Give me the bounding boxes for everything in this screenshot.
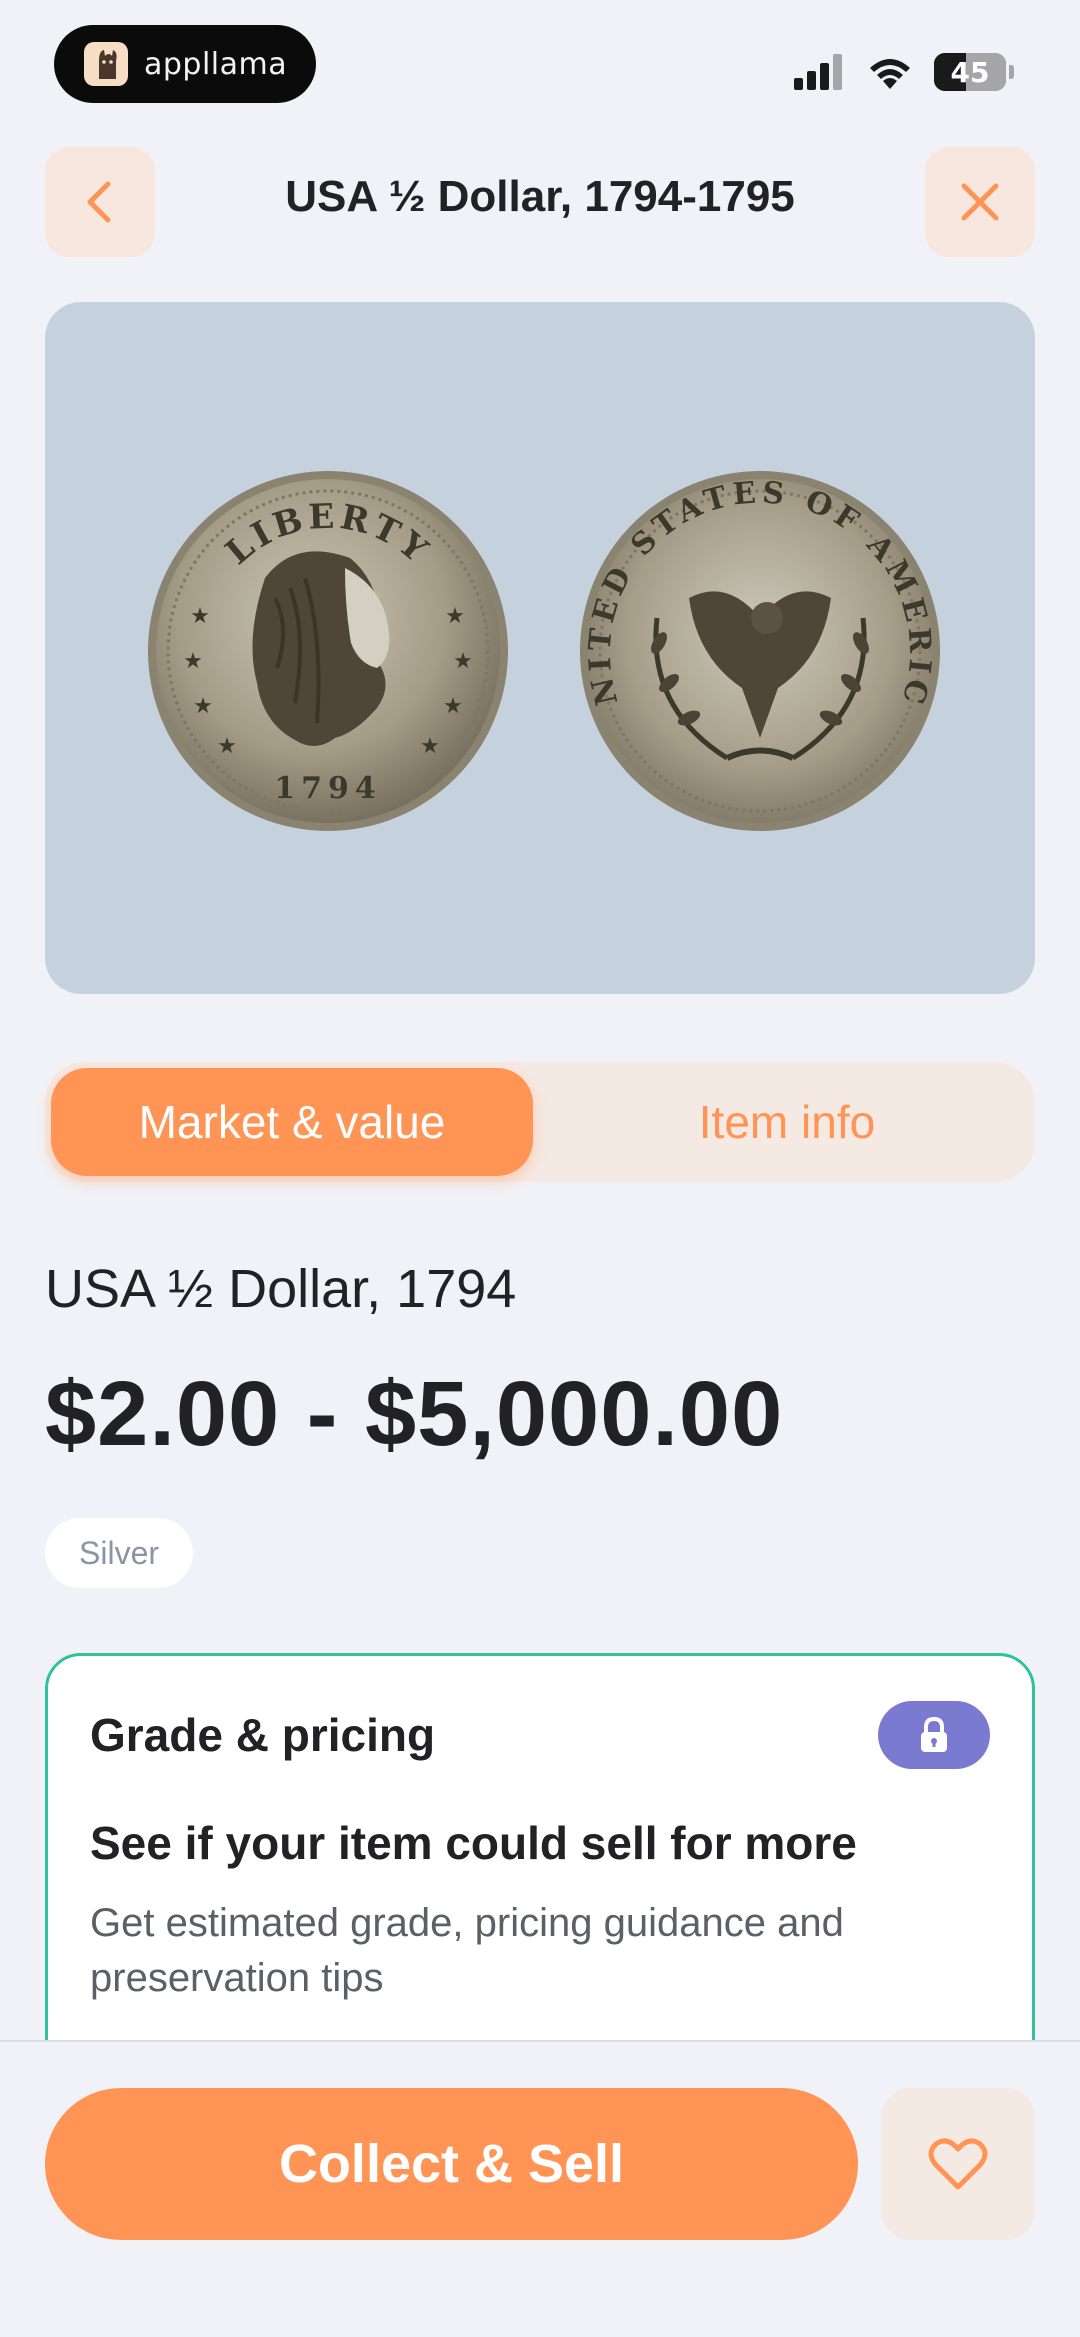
lock-badge[interactable] xyxy=(878,1701,990,1769)
svg-text:1794: 1794 xyxy=(274,771,382,806)
tab-item-info[interactable]: Item info xyxy=(545,1068,1029,1176)
favorite-button[interactable] xyxy=(881,2088,1035,2240)
status-icons: 45 xyxy=(794,50,1014,94)
close-button[interactable] xyxy=(925,147,1035,257)
svg-text:★: ★ xyxy=(453,649,473,674)
heart-icon xyxy=(928,2138,988,2190)
item-name: USA ½ Dollar, 1794 xyxy=(45,1259,517,1319)
lock-icon xyxy=(921,1716,947,1752)
chevron-left-icon xyxy=(87,181,111,223)
grade-card-title: Grade & pricing xyxy=(90,1709,436,1761)
battery-percentage: 45 xyxy=(950,55,990,89)
collect-sell-button[interactable]: Collect & Sell xyxy=(45,2088,858,2240)
app-name-label: appllama xyxy=(144,46,288,82)
svg-text:★: ★ xyxy=(193,694,213,719)
page-title: USA ½ Dollar, 1794-1795 xyxy=(285,172,795,221)
coin-image[interactable]: LIBERTY 1794 ★ ★ ★ ★ ★ ★ ★ ★ NITED STATE… xyxy=(45,302,1035,994)
grade-card-heading: See if your item could sell for more xyxy=(90,1817,857,1869)
app-indicator-pill[interactable]: appllama xyxy=(54,25,316,103)
coin-detail-screen: appllama 45 USA ½ Dollar, 1794-1795 LIBE… xyxy=(0,0,1080,2337)
svg-text:★: ★ xyxy=(445,604,465,629)
wifi-icon xyxy=(870,59,910,89)
llama-logo-icon xyxy=(84,42,128,86)
tab-market-value[interactable]: Market & value xyxy=(51,1068,533,1176)
close-icon xyxy=(961,183,999,221)
material-chip: Silver xyxy=(45,1518,194,1588)
grade-card-description: Get estimated grade, pricing guidance an… xyxy=(90,1901,844,2000)
battery-icon: 45 xyxy=(934,53,1006,91)
segment-tabs: Market & value Item info xyxy=(45,1062,1035,1182)
bottom-action-bar: Collect & Sell xyxy=(0,2040,1080,2337)
svg-text:★: ★ xyxy=(183,649,203,674)
svg-text:★: ★ xyxy=(420,734,440,759)
svg-text:★: ★ xyxy=(190,604,210,629)
svg-text:★: ★ xyxy=(443,694,463,719)
cellular-signal-icon xyxy=(794,54,842,90)
coin-obverse-image: LIBERTY 1794 ★★★ ★★★ ★★ xyxy=(148,471,508,831)
status-bar: appllama 45 xyxy=(0,0,1080,130)
svg-text:★: ★ xyxy=(217,734,237,759)
coin-reverse-image: UNITED STATES OF AMERICA xyxy=(577,468,940,831)
back-button[interactable] xyxy=(45,147,155,257)
price-range: $2.00 - $5,000.00 xyxy=(45,1363,784,1465)
